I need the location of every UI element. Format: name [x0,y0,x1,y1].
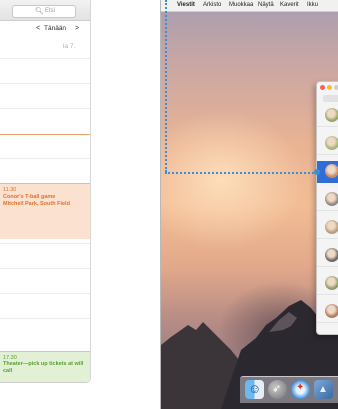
hour-gridline [0,83,90,84]
contact-row[interactable] [317,301,338,323]
calendar-toolbar: 🔍︎ Etsi [0,0,90,21]
menu-arkisto[interactable]: Arkisto [203,2,221,8]
event-title: Theater—pick up tickets at will call [3,361,84,374]
hour-gridline [0,158,90,159]
avatar [325,304,338,318]
avatar [325,108,338,122]
menu-bar: Viestit Arkisto Muokkaa Näytä Kaverit Ik… [161,0,338,12]
close-button[interactable] [320,85,325,90]
messages-window [316,81,338,335]
date-navigation: < Tänään > [0,24,90,36]
safari-icon[interactable] [291,380,310,399]
calendar-event[interactable]: 11.30 Conor's T-ball game Mitchell Park,… [0,183,90,239]
calendar-window: 🔍︎ Etsi < Tänään > la 7. 11.30 Conor's T… [0,0,91,383]
minimize-button[interactable] [327,85,332,90]
today-button[interactable]: Tänään [44,25,66,32]
contact-row[interactable] [317,273,338,295]
hour-gridline [0,268,90,269]
hour-gridline [0,243,90,244]
contact-row[interactable] [317,189,338,211]
event-time: 11.30 [3,187,17,193]
menu-ikkuna[interactable]: Ikku [307,2,318,8]
callout-dot [314,169,320,175]
avatar [325,220,338,234]
avatar [325,276,338,290]
hour-gridline [0,108,90,109]
callout-line [165,0,167,172]
search-icon: 🔍︎ [35,8,44,15]
hour-gridline [0,293,90,294]
finder-icon[interactable] [245,380,264,399]
search-field[interactable]: 🔍︎ Etsi [12,5,76,18]
menu-kaverit[interactable]: Kaverit [280,2,299,8]
callout-line [165,172,317,174]
contact-row[interactable] [317,217,338,239]
wallpaper-mountain [161,300,338,409]
avatar [325,192,338,206]
event-title: Conor's T-ball game [3,194,56,200]
current-time-line [0,134,90,135]
avatar [325,136,338,150]
search-placeholder: Etsi [45,8,56,14]
avatar [325,164,338,178]
contact-row[interactable] [317,245,338,267]
contact-row[interactable] [317,161,338,183]
launchpad-icon[interactable] [268,380,287,399]
previous-day-button[interactable]: < [36,25,40,32]
hour-gridline [0,318,90,319]
calendar-event[interactable]: 17.30 Theater—pick up tickets at will ca… [0,351,90,382]
next-day-button[interactable]: > [75,25,79,32]
dock [240,376,338,403]
hour-gridline [0,58,90,59]
contact-row[interactable] [317,105,338,127]
photo-icon[interactable] [314,380,333,399]
menu-nayta[interactable]: Näytä [258,2,274,8]
menu-app-viestit[interactable]: Viestit [177,2,195,8]
desktop: Viestit Arkisto Muokkaa Näytä Kaverit Ik… [160,0,338,409]
avatar [325,248,338,262]
contact-row[interactable] [317,133,338,155]
messages-search-field[interactable] [323,95,338,102]
menu-muokkaa[interactable]: Muokkaa [229,2,253,8]
day-header: la 7. [63,43,76,50]
event-location: Mitchell Park, South Field [3,201,70,207]
zoom-button[interactable] [334,85,338,90]
